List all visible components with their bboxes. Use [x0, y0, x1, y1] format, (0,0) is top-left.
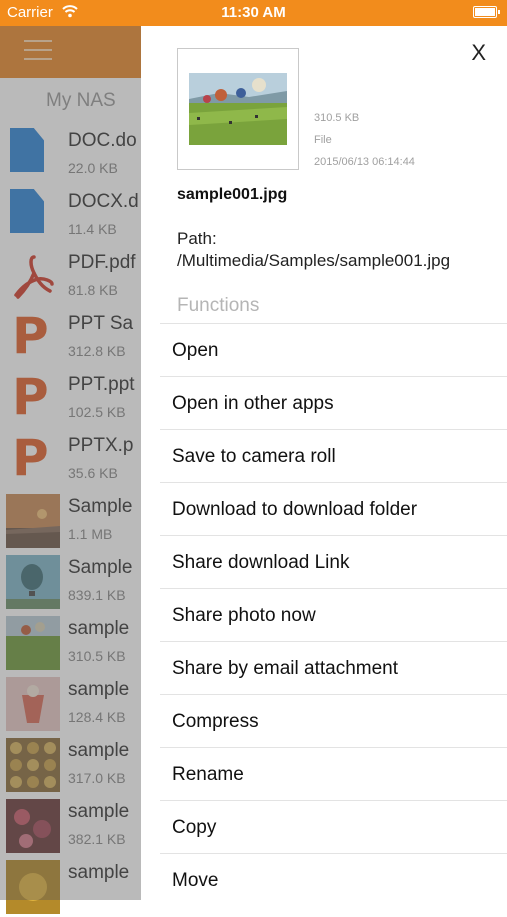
share-by-email-button[interactable]: Share by email attachment — [160, 641, 507, 694]
menu-item-label: Save to camera roll — [172, 446, 336, 467]
rename-button[interactable]: Rename — [160, 747, 507, 800]
menu-item-label: Move — [172, 870, 219, 891]
menu-item-label: Share download Link — [172, 552, 350, 573]
file-path: Path: /Multimedia/Samples/sample001.jpg — [177, 229, 451, 270]
menu-item-label: Rename — [172, 764, 244, 785]
menu-item-label: Share photo now — [172, 605, 316, 626]
download-button[interactable]: Download to download folder — [160, 482, 507, 535]
menu-item-label: Compress — [172, 711, 259, 732]
open-button[interactable]: Open — [160, 323, 507, 376]
menu-item-label: Open in other apps — [172, 393, 334, 414]
file-name-heading: sample001.jpg — [177, 186, 288, 203]
clock: 11:30 AM — [221, 4, 286, 21]
move-button[interactable]: Move — [160, 853, 507, 900]
compress-button[interactable]: Compress — [160, 694, 507, 747]
file-date-label: 2015/06/13 06:14:44 — [314, 156, 415, 168]
menu-item-label: Share by email attachment — [172, 658, 399, 679]
save-to-camera-roll-button[interactable]: Save to camera roll — [160, 429, 507, 482]
status-bar: Carrier 11:30 AM — [0, 0, 507, 26]
menu-item-label: Download to download folder — [172, 499, 418, 520]
menu-item-label: Open — [172, 340, 219, 361]
close-button[interactable]: X — [471, 40, 486, 66]
open-in-other-apps-button[interactable]: Open in other apps — [160, 376, 507, 429]
file-type-label: File — [314, 134, 332, 146]
functions-heading: Functions — [177, 295, 260, 316]
share-photo-now-button[interactable]: Share photo now — [160, 588, 507, 641]
battery-icon — [473, 6, 500, 18]
file-preview — [177, 48, 299, 170]
share-download-link-button[interactable]: Share download Link — [160, 535, 507, 588]
file-detail-drawer: X 310.5 KB File 2015/06/13 06:14:44 samp… — [141, 26, 507, 900]
functions-menu: Open Open in other apps Save to camera r… — [160, 323, 507, 900]
copy-button[interactable]: Copy — [160, 800, 507, 853]
file-size-label: 310.5 KB — [314, 112, 360, 124]
menu-item-label: Copy — [172, 817, 217, 838]
image-thumbnail — [189, 73, 287, 145]
